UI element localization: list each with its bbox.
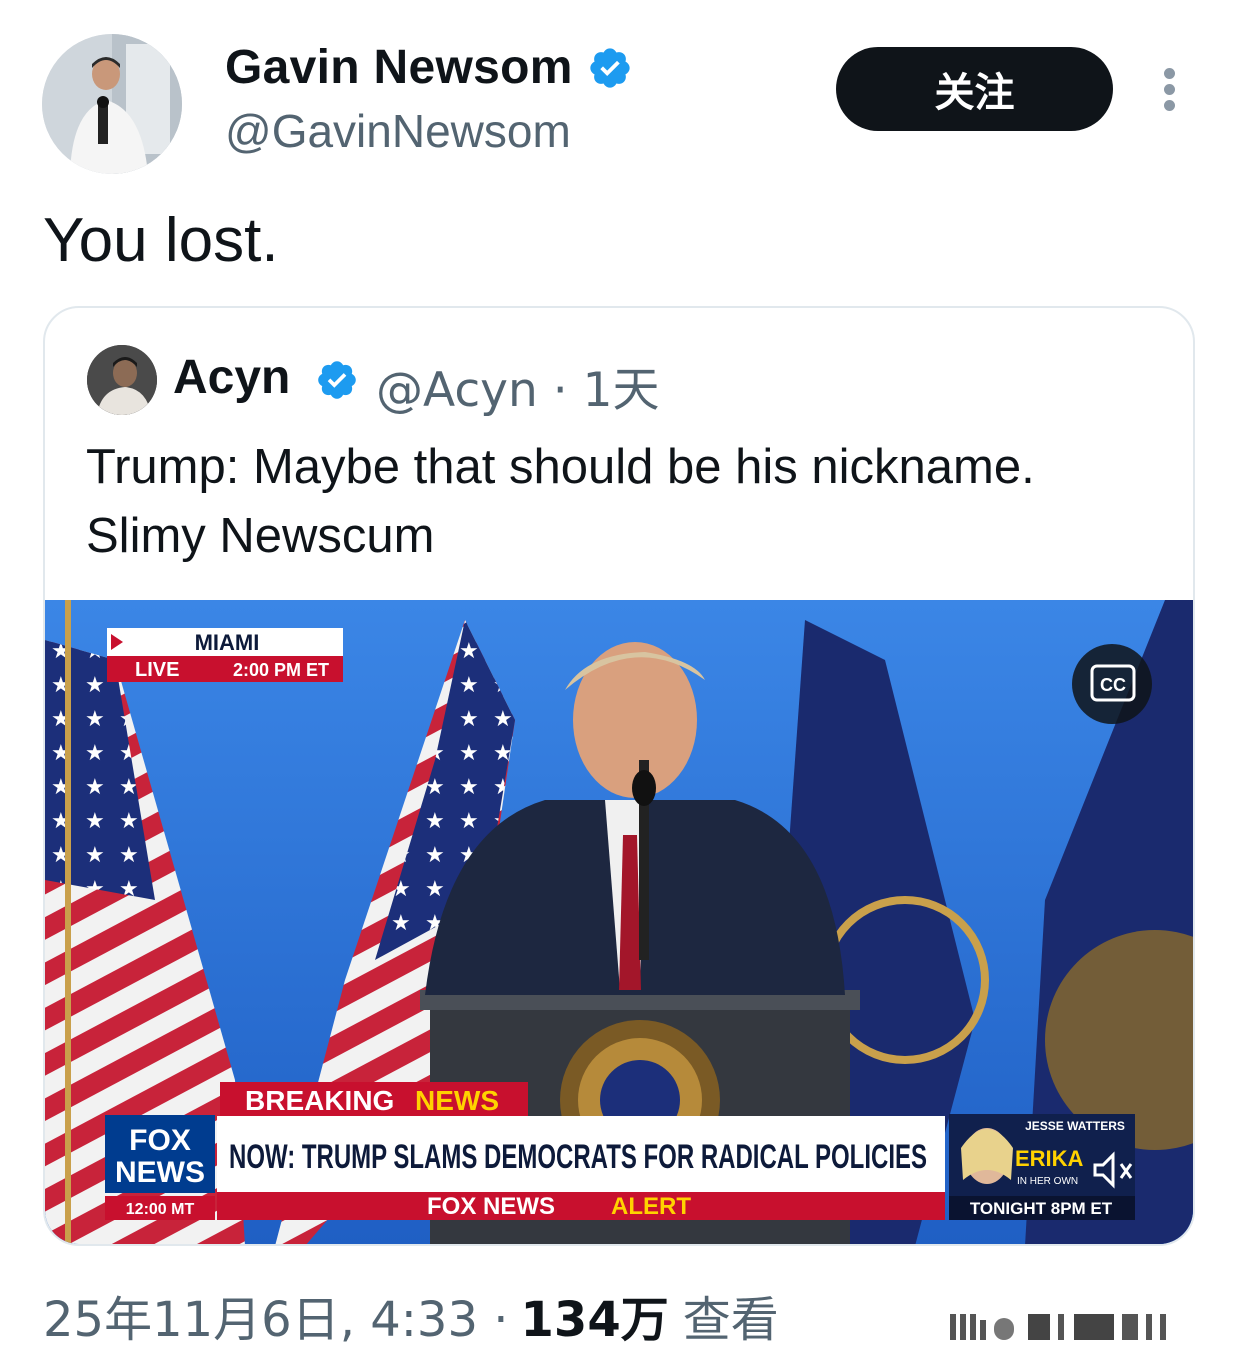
- alert-label-2: ALERT: [611, 1193, 691, 1220]
- watermark-logo: [950, 1314, 1166, 1340]
- quoted-author-name[interactable]: Acyn: [173, 350, 290, 405]
- quoted-tweet-text: Trump: Maybe that should be his nickname…: [86, 433, 1166, 571]
- quoted-author-avatar[interactable]: [87, 345, 157, 415]
- breaking-label-2: NEWS: [415, 1085, 499, 1116]
- promo-time: TONIGHT 8PM ET: [970, 1199, 1113, 1218]
- alert-label-1: FOX NEWS: [427, 1193, 555, 1220]
- breaking-news-tag: BREAKING NEWS: [220, 1082, 528, 1116]
- follow-button[interactable]: 关注: [836, 47, 1113, 131]
- show-promo: JESSE WATTERS ERIKA IN HER OWN TONIGHT 8…: [949, 1114, 1135, 1220]
- tweet-meta: 25年11月6日, 4:33 · 134万 查看: [43, 1280, 779, 1350]
- breaking-label-1: BREAKING: [245, 1085, 394, 1116]
- closed-captions-button[interactable]: CC: [1072, 644, 1152, 724]
- cc-label: CC: [1100, 675, 1126, 695]
- author-display-name[interactable]: Gavin Newsom: [225, 40, 573, 95]
- author-name-row: Gavin Newsom: [225, 40, 633, 95]
- logo-line2: NEWS: [115, 1156, 205, 1189]
- location-label: MIAMI: [195, 630, 260, 655]
- timestamp[interactable]: 25年11月6日, 4:33 ·: [43, 1280, 509, 1350]
- author-handle[interactable]: @GavinNewsom: [225, 104, 571, 158]
- verified-badge-icon: [318, 361, 356, 399]
- tweet-text: You lost.: [43, 206, 279, 275]
- location-live-tag: MIAMI LIVE 2:00 PM ET: [107, 628, 343, 682]
- quoted-tweet-card[interactable]: Acyn @Acyn · 1天 Trump: Maybe that should…: [43, 306, 1195, 1246]
- headline-chyron: NOW: TRUMP SLAMS DEMOCRATS FOR RADICAL P…: [217, 1116, 945, 1220]
- promo-show: JESSE WATTERS: [1025, 1119, 1125, 1133]
- view-count: 134万: [520, 1292, 669, 1348]
- live-time: 2:00 PM ET: [233, 660, 329, 680]
- promo-name: ERIKA: [1015, 1146, 1084, 1171]
- author-avatar[interactable]: [42, 34, 182, 174]
- quoted-handle-time[interactable]: @Acyn · 1天: [376, 351, 660, 420]
- headline-text: NOW: TRUMP SLAMS DEMOCRATS FOR RADICAL P…: [229, 1138, 927, 1176]
- views-label: 查看: [682, 1292, 779, 1348]
- fox-news-logo: FOX NEWS 12:00 MT: [105, 1115, 215, 1220]
- video-player[interactable]: ★: [45, 600, 1193, 1244]
- live-label: LIVE: [135, 659, 179, 681]
- quoted-text-line-1: Trump: Maybe that should be his nickname…: [86, 440, 1035, 494]
- quoted-text-line-2: Slimy Newscum: [86, 509, 435, 563]
- promo-sub: IN HER OWN: [1017, 1176, 1078, 1187]
- more-dots-icon[interactable]: [1152, 66, 1188, 114]
- verified-badge-icon: [590, 47, 630, 88]
- logo-time: 12:00 MT: [126, 1201, 195, 1218]
- logo-line1: FOX: [129, 1124, 191, 1157]
